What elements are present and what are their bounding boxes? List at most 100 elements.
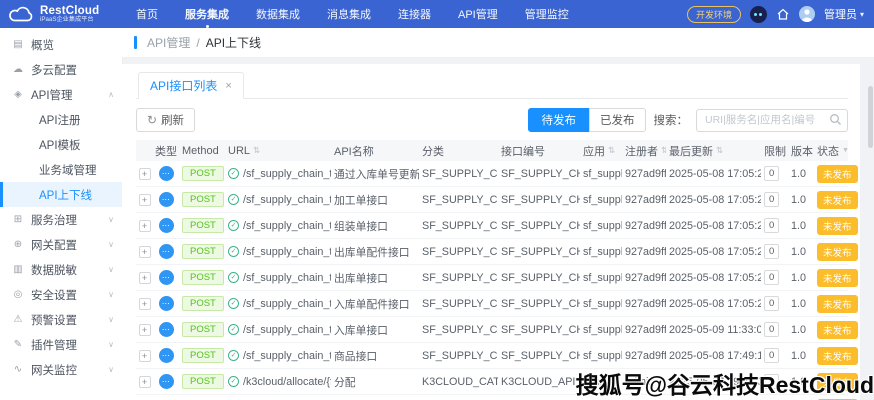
refresh-button[interactable]: ↻ 刷新 xyxy=(136,108,195,132)
app-cell: sf_supply... xyxy=(580,168,622,180)
column-header: 应用⇅ xyxy=(580,143,622,159)
registrant-cell-text: 927ad9ff... xyxy=(625,194,666,206)
sidebar-item[interactable]: ⚠预警设置∨ xyxy=(0,307,122,332)
api-name-cell: 商品接口 xyxy=(331,348,419,364)
url-text: /sf_supply_chain_techno... xyxy=(243,246,331,258)
scrollbar-thumb[interactable] xyxy=(868,86,873,148)
method-cell: POST xyxy=(179,166,225,181)
api-name-cell-text: 入库单配件接口 xyxy=(334,296,410,312)
expand-row-button[interactable]: + xyxy=(139,220,151,232)
published-filter-button[interactable]: 已发布 xyxy=(589,108,646,132)
api-doc-icon[interactable]: ✓ xyxy=(228,272,239,283)
chevron-down-icon: ∨ xyxy=(108,365,114,374)
category-cell: SF_SUPPLY_CHAIN... xyxy=(419,246,498,258)
expand-cell: + xyxy=(136,168,153,180)
type-cell: ⋯ xyxy=(153,244,179,259)
search-icon[interactable] xyxy=(829,113,842,126)
filter-icon[interactable]: ▼ xyxy=(842,147,849,154)
sidebar-item[interactable]: ◎安全设置∨ xyxy=(0,282,122,307)
chevron-up-icon: ∧ xyxy=(108,90,114,99)
sidebar-item[interactable]: ⊕网关配置∨ xyxy=(0,232,122,257)
expand-row-button[interactable]: + xyxy=(139,168,151,180)
breadcrumb-section[interactable]: API管理 xyxy=(147,34,190,51)
tab-close-icon[interactable]: × xyxy=(225,80,231,92)
api-doc-icon[interactable]: ✓ xyxy=(228,168,239,179)
sidebar-item[interactable]: ∿网关监控∨ xyxy=(0,357,122,382)
sidebar-item[interactable]: ◈API管理∧ xyxy=(0,82,122,107)
registrant-cell-text: 927ad9ff... xyxy=(625,350,666,362)
expand-row-button[interactable]: + xyxy=(139,272,151,284)
type-cell: ⋯ xyxy=(153,348,179,363)
sidebar-item[interactable]: ▤概览 xyxy=(0,32,122,57)
assistant-robot-icon[interactable] xyxy=(750,6,767,23)
topnav-item[interactable]: 数据集成 xyxy=(256,6,300,22)
sidebar-subitem[interactable]: 业务域管理 xyxy=(0,157,122,182)
user-avatar[interactable] xyxy=(799,6,815,22)
data-masking-icon: ▥ xyxy=(12,264,24,275)
sidebar-item[interactable]: ▥数据脱敏∨ xyxy=(0,257,122,282)
toolbar: ↻ 刷新 待发布 已发布 搜索： xyxy=(136,108,848,132)
method-badge: POST xyxy=(182,348,224,363)
url-cell: ✓/sf_supply_chain_techno... xyxy=(225,168,331,180)
topnav-item[interactable]: API管理 xyxy=(458,6,498,22)
api-doc-icon[interactable]: ✓ xyxy=(228,298,239,309)
sort-icon[interactable]: ⇅ xyxy=(716,145,723,156)
status-cell: 未发布 xyxy=(814,347,860,365)
api-doc-icon[interactable]: ✓ xyxy=(228,350,239,361)
brand-logo: RestCloud iPaaS企业集成平台 xyxy=(8,5,126,24)
updated-cell: 2025-05-08 17:05:20 xyxy=(666,246,761,258)
sidebar-item[interactable]: ☁多云配置 xyxy=(0,57,122,82)
search-input[interactable] xyxy=(696,109,848,132)
topnav-item[interactable]: 首页 xyxy=(136,6,158,22)
topnav-item[interactable]: 管理监控 xyxy=(525,6,569,22)
tab-api-list[interactable]: API接口列表 × xyxy=(138,72,244,99)
sidebar-subitem[interactable]: API上下线 xyxy=(0,182,122,207)
expand-row-button[interactable]: + xyxy=(139,376,151,388)
api-doc-icon[interactable]: ✓ xyxy=(228,194,239,205)
code-cell: SF_SUPPLY_CHAIN_TEC... xyxy=(498,350,580,362)
column-header: 限制 xyxy=(761,143,788,159)
api-name-cell: 加工单接口 xyxy=(331,192,419,208)
api-doc-icon[interactable]: ✓ xyxy=(228,246,239,257)
version-text: 1.0 xyxy=(791,168,806,180)
registrant-cell: 927ad9ff... xyxy=(622,194,666,206)
environment-pill[interactable]: 开发环境 xyxy=(687,6,741,23)
updated-cell-text: 2025-05-09 11:33:09 xyxy=(669,324,761,336)
column-header-label: URL xyxy=(228,145,250,157)
updated-cell: 2025-05-09 11:33:09 xyxy=(666,324,761,336)
sidebar-subitem[interactable]: API注册 xyxy=(0,107,122,132)
sidebar-subitem[interactable]: API模板 xyxy=(0,132,122,157)
category-cell-text: SF_SUPPLY_CHAIN... xyxy=(422,246,498,258)
sidebar-item[interactable]: ✎插件管理∨ xyxy=(0,332,122,357)
api-doc-icon[interactable]: ✓ xyxy=(228,376,239,387)
method-badge: POST xyxy=(182,218,224,233)
expand-row-button[interactable]: + xyxy=(139,246,151,258)
category-cell: SF_SUPPLY_CHAIN... xyxy=(419,298,498,310)
table-row: +⋯POST✓/sf_supply_chain_techno...组装单接口SF… xyxy=(136,213,848,239)
method-badge: POST xyxy=(182,322,224,337)
sidebar-item[interactable]: ⊞服务治理∨ xyxy=(0,207,122,232)
sort-icon[interactable]: ⇅ xyxy=(608,145,615,156)
version-cell: 1.0 xyxy=(788,350,814,362)
topnav-item[interactable]: 连接器 xyxy=(398,6,431,22)
app-cell-text: sf_supply... xyxy=(583,298,622,310)
api-doc-icon[interactable]: ✓ xyxy=(228,324,239,335)
user-menu[interactable]: 管理员 ▾ xyxy=(824,6,864,22)
pending-filter-button[interactable]: 待发布 xyxy=(528,108,591,132)
expand-row-button[interactable]: + xyxy=(139,350,151,362)
limit-value: 0 xyxy=(764,322,779,337)
api-name-cell-text: 通过入库单号更新接口 xyxy=(334,166,419,182)
expand-row-button[interactable]: + xyxy=(139,194,151,206)
expand-row-button[interactable]: + xyxy=(139,324,151,336)
topnav-item[interactable]: 消息集成 xyxy=(327,6,371,22)
gateway-config-icon: ⊕ xyxy=(12,239,24,250)
sort-icon[interactable]: ⇅ xyxy=(253,145,260,156)
topnav-item[interactable]: 服务集成 xyxy=(185,6,229,22)
method-badge: POST xyxy=(182,192,224,207)
api-doc-icon[interactable]: ✓ xyxy=(228,220,239,231)
limit-cell: 0 xyxy=(761,192,788,207)
expand-row-button[interactable]: + xyxy=(139,298,151,310)
home-icon[interactable] xyxy=(776,7,790,21)
expand-cell: + xyxy=(136,324,153,336)
api-name-cell: 入库单配件接口 xyxy=(331,296,419,312)
